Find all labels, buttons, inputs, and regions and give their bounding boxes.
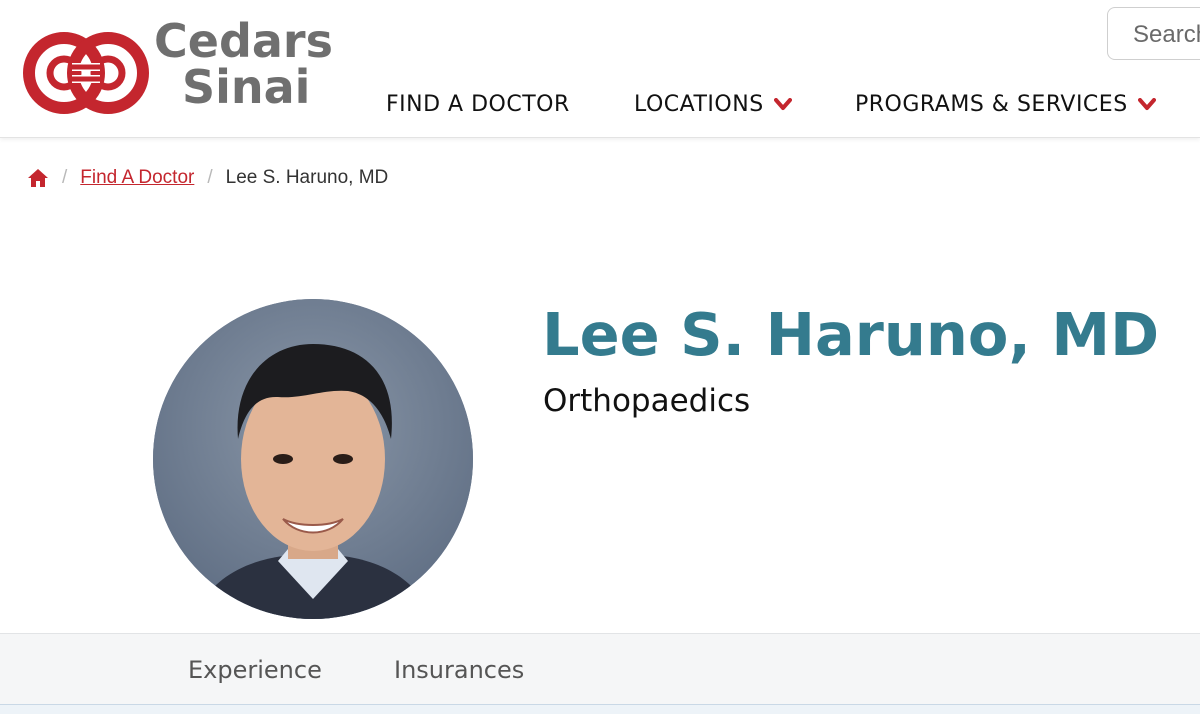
breadcrumb-current: Lee S. Haruno, MD xyxy=(225,167,389,188)
nav-programs-services[interactable]: PROGRAMS & SERVICES xyxy=(855,92,1156,117)
chevron-down-icon xyxy=(773,97,792,110)
doctor-specialty: Orthopaedics xyxy=(543,383,751,419)
nav-label: FIND A DOCTOR xyxy=(386,92,570,117)
logo-line-2: Sinai xyxy=(182,60,311,114)
breadcrumb-separator: / xyxy=(62,167,68,188)
nav-find-a-doctor[interactable]: FIND A DOCTOR xyxy=(386,92,570,117)
home-icon[interactable] xyxy=(27,168,49,188)
breadcrumb-separator: / xyxy=(207,167,213,188)
profile-tabs: Experience Insurances xyxy=(0,633,1200,705)
tab-experience[interactable]: Experience xyxy=(188,656,322,684)
nav-label: LOCATIONS xyxy=(634,92,764,117)
linked-rings-logo-icon xyxy=(23,32,149,114)
search-box[interactable] xyxy=(1107,7,1200,60)
chevron-down-icon xyxy=(1137,97,1156,110)
logo-wordmark: Cedars Sinai xyxy=(154,18,333,110)
doctor-name: Lee S. Haruno, MD xyxy=(542,300,1160,369)
breadcrumb-find-a-doctor-link[interactable]: Find A Doctor xyxy=(80,167,194,189)
site-header: Cedars Sinai FIND A DOCTOR LOCATIONS PRO… xyxy=(0,0,1200,138)
tab-insurances[interactable]: Insurances xyxy=(394,656,524,684)
cedars-sinai-logo[interactable]: Cedars Sinai xyxy=(22,18,352,128)
tabs-bottom-border xyxy=(0,704,1200,714)
doctor-photo xyxy=(153,299,473,619)
breadcrumb: / Find A Doctor / Lee S. Haruno, MD xyxy=(27,165,388,191)
logo-line-1: Cedars xyxy=(154,14,333,68)
nav-locations[interactable]: LOCATIONS xyxy=(634,92,792,117)
doctor-portrait-image xyxy=(153,299,473,619)
search-input[interactable] xyxy=(1133,21,1200,49)
nav-label: PROGRAMS & SERVICES xyxy=(855,92,1128,117)
